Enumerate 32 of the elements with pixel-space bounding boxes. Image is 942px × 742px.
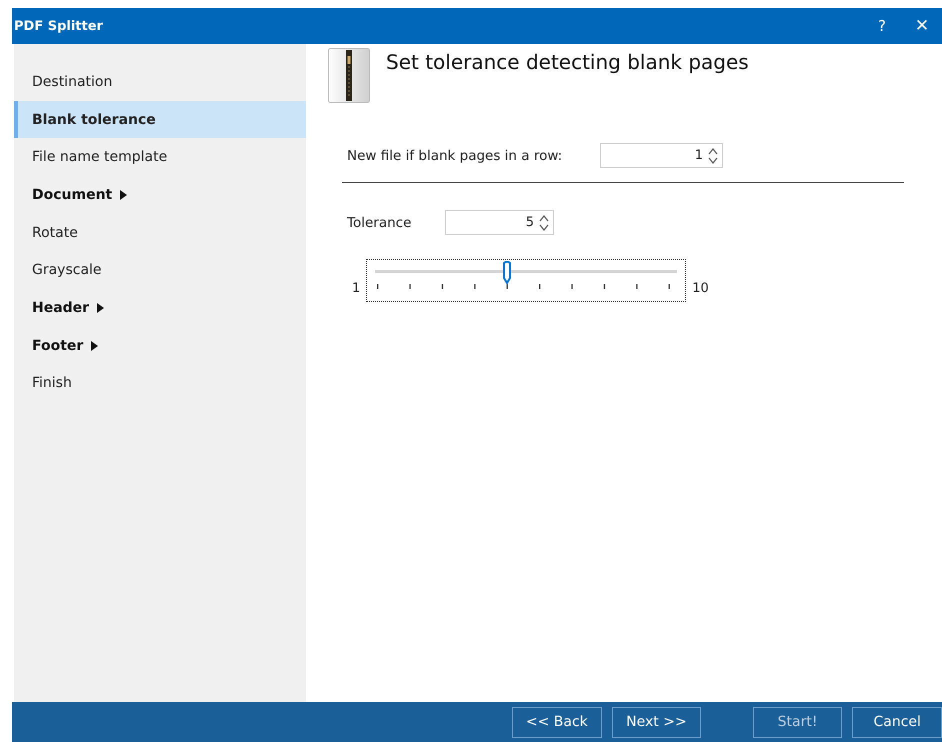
sidebar-item[interactable]: Document [14,176,306,214]
expand-arrow-icon [91,340,98,351]
spin-value: 5 [526,215,534,230]
dialog-button[interactable]: << Back [512,706,602,738]
tolerance-slider[interactable] [366,259,686,302]
sidebar-item[interactable]: Footer [14,326,306,364]
sidebar-item[interactable]: File name template [14,138,306,176]
dialog-button[interactable]: Cancel [852,706,942,738]
spin-field[interactable]: 1 [600,143,723,168]
sidebar-item[interactable]: Grayscale [14,251,306,290]
expand-arrow-icon [97,302,104,313]
sidebar-item[interactable]: Rotate [14,214,306,252]
spin-value: 1 [694,148,703,163]
sidebar-item[interactable]: Blank tolerance [14,100,306,138]
sidebar-item[interactable]: Destination [14,63,306,101]
slider-thumb[interactable] [502,261,512,285]
page-heading: Set tolerance detecting blank pages [386,50,749,74]
field-label: New file if blank pages in a row: [347,148,564,164]
help-button[interactable]: ? [862,17,902,35]
expand-arrow-icon [120,190,128,200]
min-label: 1 [352,281,360,296]
close-button[interactable]: ✕ [902,16,942,36]
dialog-button[interactable]: Next >> [612,706,702,738]
sidebar-item[interactable]: Finish [14,364,306,402]
spin-arrows-icon[interactable] [538,212,550,232]
zipper-icon [328,48,370,103]
window-title: PDF Splitter [14,18,104,34]
sidebar-item[interactable]: Header [14,289,306,327]
field-label: Tolerance [347,214,412,230]
spin-arrows-icon[interactable] [707,146,719,166]
spin-field[interactable]: 5 [445,210,554,235]
max-label: 10 [692,281,709,296]
